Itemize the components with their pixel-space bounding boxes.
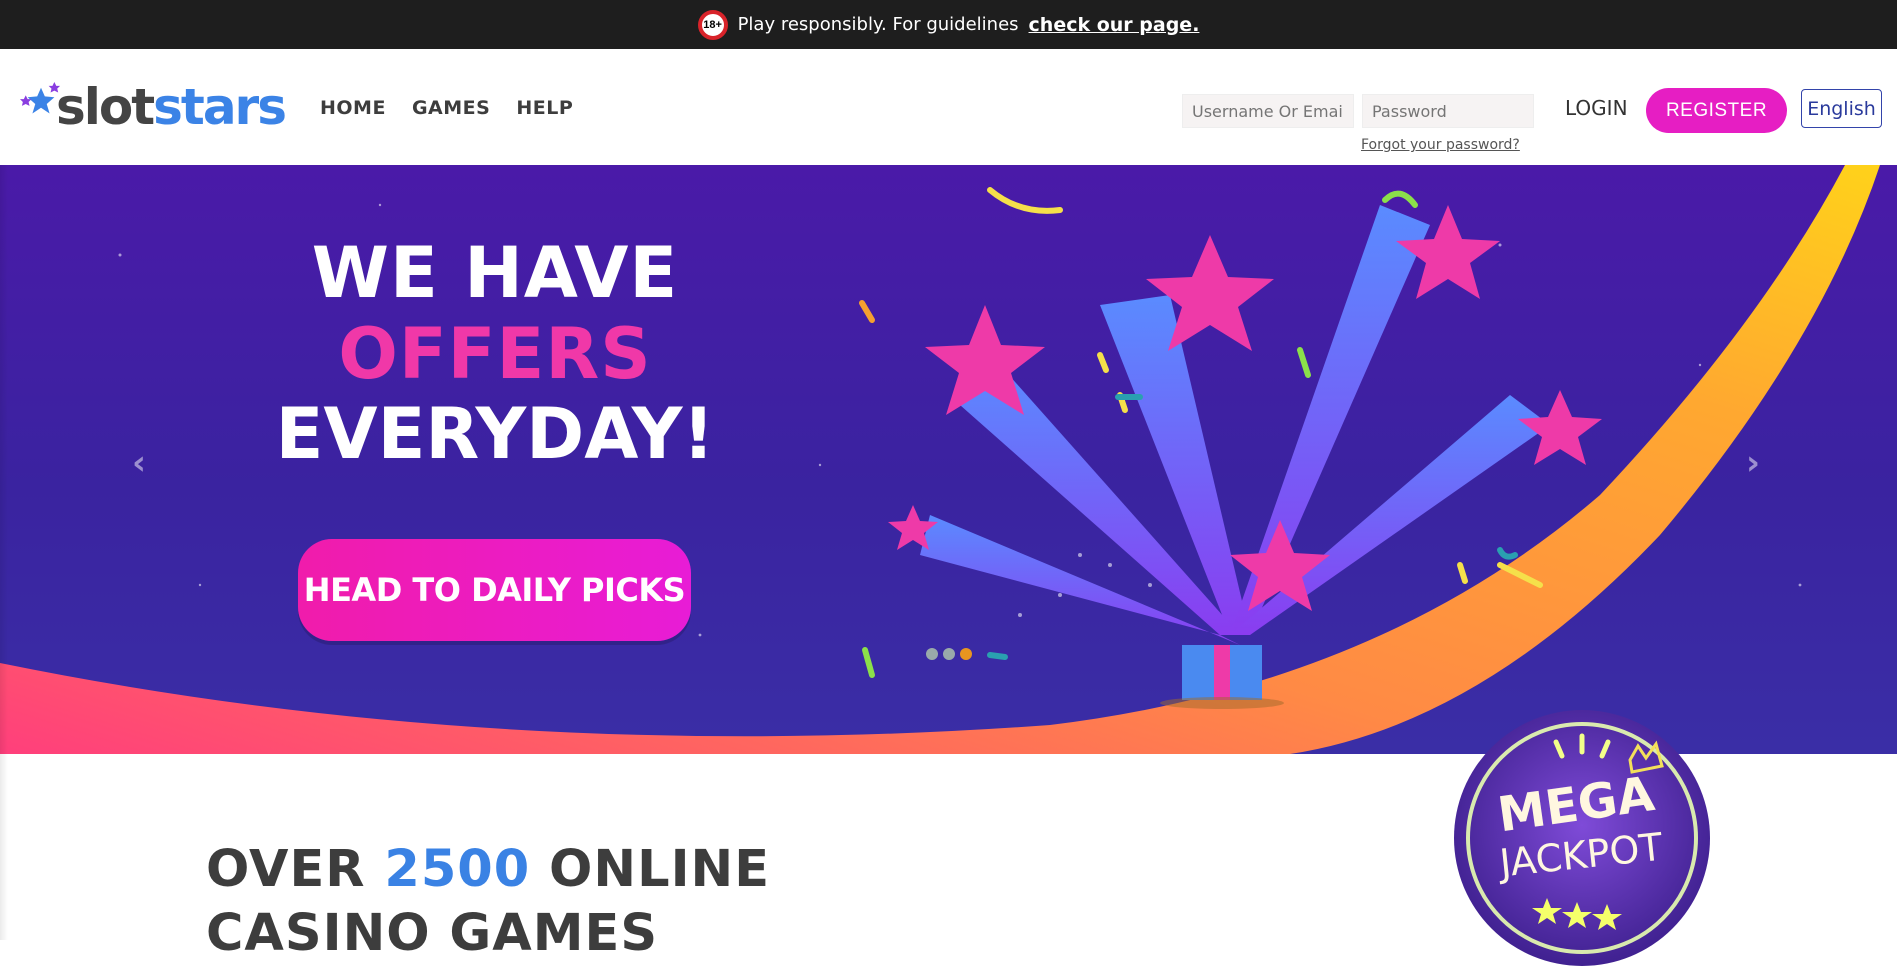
title-text-b: ONLINE (530, 840, 771, 899)
title-line-2: CASINO GAMES (206, 903, 659, 963)
headline-line-1: WE HAVE (311, 232, 679, 314)
guidelines-link[interactable]: check our page. (1029, 14, 1200, 36)
forgot-password-link[interactable]: Forgot your password? (1361, 137, 1520, 153)
carousel-indicators (926, 648, 972, 660)
title-text-a: OVER (206, 840, 385, 899)
age-18-icon: 18+ (697, 9, 728, 40)
site-header: slotstars HOME GAMES HELP Forgot your pa… (0, 49, 1897, 165)
logo-text-slot: slot (56, 78, 155, 136)
nav-games[interactable]: GAMES (412, 97, 490, 119)
headline-line-3: EVERYDAY! (275, 393, 715, 475)
mega-jackpot-badge[interactable]: MEGA JACKPOT (1452, 708, 1712, 968)
username-input[interactable] (1182, 94, 1354, 128)
daily-picks-button[interactable]: HEAD TO DAILY PICKS (298, 539, 691, 641)
login-button[interactable]: LOGIN (1565, 96, 1628, 120)
nav-help[interactable]: HELP (516, 97, 573, 119)
logo-wordmark: slotstars (56, 82, 287, 132)
carousel-dot[interactable] (943, 648, 955, 660)
hero-headline: WE HAVE OFFERS EVERYDAY! (260, 233, 730, 475)
language-selector[interactable]: English (1801, 89, 1882, 128)
responsible-gaming-bar: 18+ Play responsibly. For guidelines che… (0, 0, 1897, 49)
title-highlight: 2500 (384, 840, 531, 899)
carousel-dot-active[interactable] (960, 648, 972, 660)
password-input[interactable] (1362, 94, 1534, 128)
slotstars-logo[interactable]: slotstars (20, 73, 287, 133)
games-count-title: OVER 2500 ONLINE CASINO GAMES (206, 838, 770, 966)
carousel-next-icon[interactable]: › (1746, 443, 1760, 483)
register-button[interactable]: REGISTER (1646, 88, 1787, 133)
carousel-prev-icon[interactable]: ‹ (132, 443, 146, 483)
hero-carousel: WE HAVE OFFERS EVERYDAY! HEAD TO DAILY P… (0, 165, 1897, 754)
logo-stars-icon (20, 82, 61, 114)
logo-text-stars: stars (153, 78, 287, 136)
page-edge-shadow (0, 165, 8, 940)
main-nav: HOME GAMES HELP (320, 97, 573, 119)
carousel-dot[interactable] (926, 648, 938, 660)
responsible-gaming-text: Play responsibly. For guidelines (737, 14, 1019, 35)
nav-home[interactable]: HOME (320, 97, 386, 119)
headline-line-2: OFFERS (338, 312, 652, 395)
